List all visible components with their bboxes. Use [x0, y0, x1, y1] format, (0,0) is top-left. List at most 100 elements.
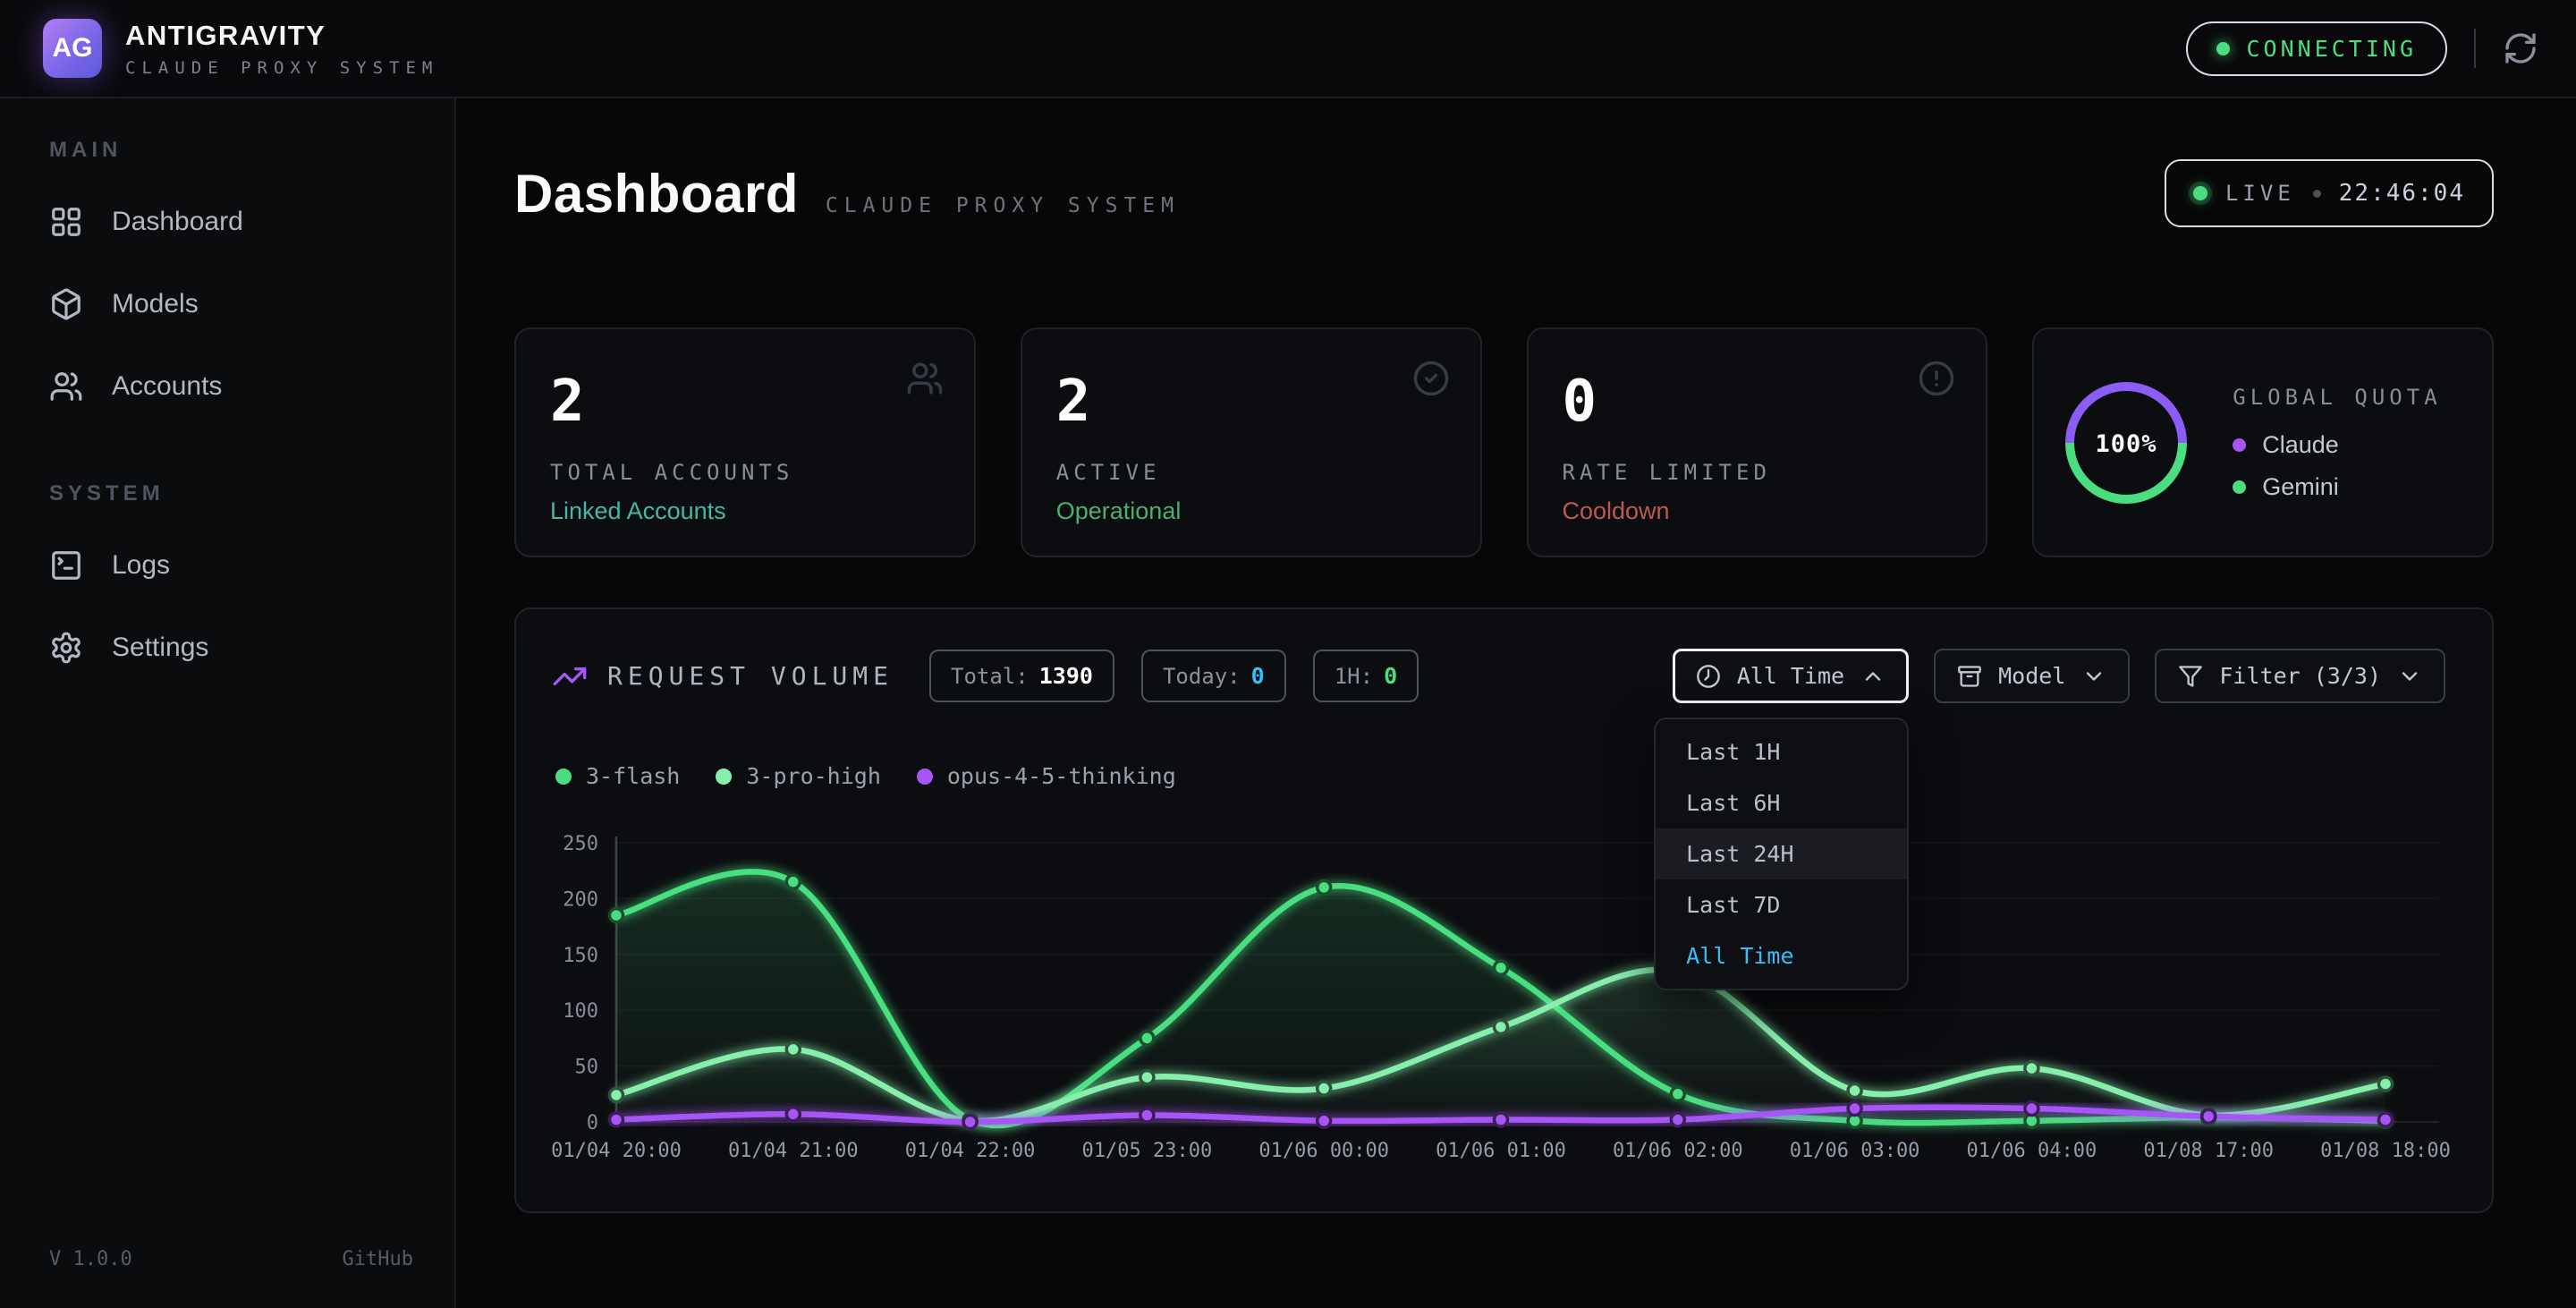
- quota-legend-claude: Claude: [2233, 431, 2441, 459]
- app-title-block: ANTIGRAVITY CLAUDE PROXY SYSTEM: [125, 20, 438, 78]
- check-circle-icon: [1412, 360, 1450, 397]
- panel-title: REQUEST VOLUME: [607, 661, 894, 691]
- live-label: LIVE: [2225, 181, 2295, 206]
- time-range-label: All Time: [1737, 663, 1844, 689]
- sidebar-item-logs[interactable]: Logs: [0, 524, 454, 607]
- live-status-badge: LIVE 22:46:04: [2165, 159, 2494, 227]
- badge-value: 0: [1251, 663, 1265, 689]
- sidebar-item-accounts[interactable]: Accounts: [0, 345, 454, 428]
- menu-item-last-7d[interactable]: Last 7D: [1656, 879, 1907, 930]
- svg-text:200: 200: [563, 888, 598, 911]
- gemini-dot-icon: [2233, 480, 2246, 494]
- users-icon: [906, 360, 944, 397]
- refresh-icon: [2503, 30, 2538, 66]
- time-range-dropdown-button[interactable]: All Time: [1673, 649, 1909, 703]
- stat-sublabel: Operational: [1056, 497, 1446, 525]
- app-title: ANTIGRAVITY: [125, 20, 438, 52]
- page-title: Dashboard: [514, 163, 799, 225]
- app-logo: AG: [43, 19, 102, 78]
- filter-button-label: Filter (3/3): [2219, 663, 2381, 689]
- alert-circle-icon: [1918, 360, 1955, 397]
- svg-text:0: 0: [587, 1112, 598, 1134]
- menu-item-last-6h[interactable]: Last 6H: [1656, 777, 1907, 828]
- svg-text:01/05 23:00: 01/05 23:00: [1082, 1140, 1213, 1162]
- version-label: V 1.0.0: [49, 1248, 132, 1270]
- cube-icon: [49, 287, 83, 321]
- gear-icon: [49, 631, 83, 665]
- grid-icon: [49, 205, 83, 239]
- quota-card: 100% GLOBAL QUOTA Claude Gemini: [2032, 327, 2494, 557]
- quota-label: GLOBAL QUOTA: [2233, 385, 2441, 410]
- stat-label: TOTAL ACCOUNTS: [550, 460, 940, 485]
- badge-label: Today:: [1163, 664, 1241, 689]
- stat-label: ACTIVE: [1056, 460, 1446, 485]
- filter-dropdown-button[interactable]: Filter (3/3): [2155, 649, 2445, 703]
- main-content: Dashboard CLAUDE PROXY SYSTEM LIVE 22:46…: [456, 98, 2576, 1308]
- badge-label: Total:: [951, 664, 1029, 689]
- sidebar-item-label: Models: [112, 289, 199, 319]
- svg-text:01/04 20:00: 01/04 20:00: [551, 1140, 682, 1162]
- badge-value: 1390: [1039, 663, 1093, 689]
- refresh-button[interactable]: [2503, 30, 2538, 66]
- model-dropdown-button[interactable]: Model: [1934, 649, 2130, 703]
- quota-percent: 100%: [2096, 430, 2157, 458]
- svg-text:100: 100: [563, 1000, 598, 1023]
- svg-text:50: 50: [575, 1057, 599, 1079]
- time-range-menu: Last 1H Last 6H Last 24H Last 7D All Tim…: [1654, 718, 1909, 990]
- model-button-label: Model: [1998, 663, 2065, 689]
- volume-chart: 05010015020025001/04 20:0001/04 21:0001/…: [516, 743, 2496, 1215]
- status-dot-icon: [2216, 42, 2230, 55]
- today-requests-badge: Today: 0: [1141, 650, 1286, 702]
- svg-text:01/08 18:00: 01/08 18:00: [2320, 1140, 2451, 1162]
- sidebar-item-models[interactable]: Models: [0, 263, 454, 345]
- users-icon: [49, 369, 83, 403]
- svg-text:01/04 22:00: 01/04 22:00: [905, 1140, 1036, 1162]
- separator-dot-icon: [2313, 190, 2321, 198]
- github-link[interactable]: GitHub: [343, 1248, 413, 1270]
- stat-value: 0: [1563, 369, 1953, 435]
- svg-text:01/06 00:00: 01/06 00:00: [1258, 1140, 1389, 1162]
- clock-readout: 22:46:04: [2339, 180, 2465, 207]
- trending-up-icon: [552, 658, 588, 694]
- sidebar-item-label: Logs: [112, 550, 170, 581]
- quota-ring: 100%: [2059, 376, 2193, 510]
- svg-text:01/06 03:00: 01/06 03:00: [1790, 1140, 1920, 1162]
- stat-sublabel: Cooldown: [1563, 497, 1953, 525]
- connection-status-badge: CONNECTING: [2186, 21, 2447, 76]
- svg-text:01/06 04:00: 01/06 04:00: [1967, 1140, 2097, 1162]
- menu-item-last-1h[interactable]: Last 1H: [1656, 726, 1907, 777]
- total-requests-badge: Total: 1390: [929, 650, 1114, 702]
- menu-item-last-24h[interactable]: Last 24H: [1656, 828, 1907, 879]
- chevron-down-icon: [2397, 664, 2422, 689]
- chevron-down-icon: [2081, 664, 2106, 689]
- svg-text:01/08 17:00: 01/08 17:00: [2143, 1140, 2274, 1162]
- svg-text:01/06 02:00: 01/06 02:00: [1613, 1140, 1743, 1162]
- svg-text:250: 250: [563, 833, 598, 855]
- menu-item-all-time[interactable]: All Time: [1656, 930, 1907, 981]
- badge-value: 0: [1384, 663, 1397, 689]
- svg-text:01/04 21:00: 01/04 21:00: [728, 1140, 859, 1162]
- stat-card-active: 2 ACTIVE Operational: [1021, 327, 1482, 557]
- quota-legend-label: Claude: [2262, 431, 2339, 459]
- hour-requests-badge: 1H:0: [1313, 650, 1419, 702]
- sidebar-item-label: Accounts: [112, 371, 222, 402]
- stat-card-total-accounts: 2 TOTAL ACCOUNTS Linked Accounts: [514, 327, 976, 557]
- request-volume-panel: REQUEST VOLUME Total: 1390 Today: 0 1H:0: [514, 607, 2494, 1213]
- stat-value: 2: [550, 369, 940, 435]
- sidebar-item-dashboard[interactable]: Dashboard: [0, 181, 454, 263]
- app-subtitle: CLAUDE PROXY SYSTEM: [125, 58, 438, 78]
- stat-value: 2: [1056, 369, 1446, 435]
- funnel-icon: [2178, 664, 2203, 689]
- stat-sublabel: Linked Accounts: [550, 497, 940, 525]
- app-logo-text: AG: [53, 33, 93, 64]
- sidebar-item-settings[interactable]: Settings: [0, 607, 454, 689]
- topbar-divider: [2474, 29, 2476, 68]
- page-subtitle: CLAUDE PROXY SYSTEM: [826, 194, 1180, 217]
- quota-legend-gemini: Gemini: [2233, 473, 2441, 501]
- sidebar-section-main: MAIN: [49, 138, 454, 163]
- stat-label: RATE LIMITED: [1563, 460, 1953, 485]
- archive-box-icon: [1957, 664, 1982, 689]
- terminal-icon: [49, 548, 83, 582]
- sidebar-item-label: Settings: [112, 633, 208, 663]
- chevron-up-icon: [1860, 664, 1885, 689]
